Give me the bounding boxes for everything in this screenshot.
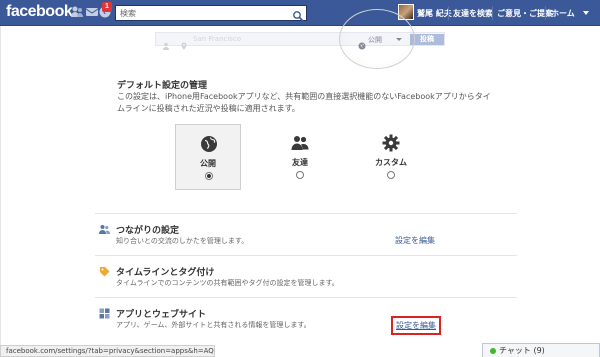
account-menu-caret-icon[interactable] [583,11,589,15]
friends-icon [291,136,309,150]
audience-option-label: 友達 [292,158,308,167]
search-input[interactable] [116,6,292,20]
edit-connection-settings-link[interactable]: 設定を編集 [395,235,435,246]
edit-apps-settings-link[interactable]: 設定を編集 [391,316,441,335]
globe-icon [201,136,217,152]
nav-divider [448,6,449,20]
tag-icon [99,266,110,277]
spotlight-circle [339,9,415,69]
default-settings-description: この設定は、iPhone用Facebookアプリなど、共有範囲の直接選択機能のな… [117,92,491,113]
profile-link[interactable]: 鷲尾 紀夫 [417,8,452,19]
timeline-tagging-description: タイムラインでのコンテンツの共有範囲やタグ付の設定を管理します。 [116,279,339,287]
audience-option-friends[interactable]: 友達 [267,124,333,190]
connection-settings-description: 知り合いとの交流のしかたを管理します。 [116,237,249,245]
nav-divider [545,6,546,20]
apps-websites-title: アプリとウェブサイト [116,310,207,320]
audience-radio[interactable] [387,171,395,179]
apps-websites-description: アプリ、ゲーム、外部サイトと共有される情報を管理します。 [116,321,311,329]
chat-label: チャット (9) [499,346,545,355]
apps-icon [99,308,110,319]
friends-icon [99,224,110,235]
search-box [115,5,307,22]
section-divider [95,255,517,256]
chat-sidebar-tab[interactable]: チャット (9) [482,343,600,357]
status-bar-url: facebook.com/settings/?tab=privacy&secti… [0,345,215,357]
search-icon[interactable] [292,7,305,22]
post-button[interactable]: 投稿 [410,34,444,45]
online-status-icon [490,348,496,354]
friend-requests-icon[interactable] [70,5,84,19]
audience-option-label: 公開 [200,159,216,168]
location-pin-icon [180,35,188,50]
timeline-tagging-title: タイムラインとタグ付け [116,268,215,278]
left-rail-divider [0,26,1,346]
section-divider [95,213,517,214]
messages-icon[interactable] [85,5,99,19]
person-icon [162,35,170,50]
location-text: San Francisco [193,35,242,43]
audience-option-public[interactable]: 公開 [175,124,241,190]
nav-divider [492,6,493,20]
default-settings-title: デフォルト設定の管理 [117,81,208,91]
top-nav-bar: facebook 1 鷲尾 紀夫 友達を検索 ご意見・ご提案 ホーム [0,0,600,26]
facebook-logo[interactable]: facebook [6,3,73,21]
audience-radio[interactable] [205,172,213,180]
audience-option-label: カスタム [375,158,407,167]
find-friends-link[interactable]: 友達を検索 [453,8,493,19]
section-divider [95,297,517,298]
gear-icon [382,134,400,152]
home-link[interactable]: ホーム [551,8,575,19]
audience-radio[interactable] [296,171,304,179]
notification-badge: 1 [102,2,112,12]
connection-settings-title: つながりの設定 [116,226,180,236]
audience-option-custom[interactable]: カスタム [358,124,424,190]
